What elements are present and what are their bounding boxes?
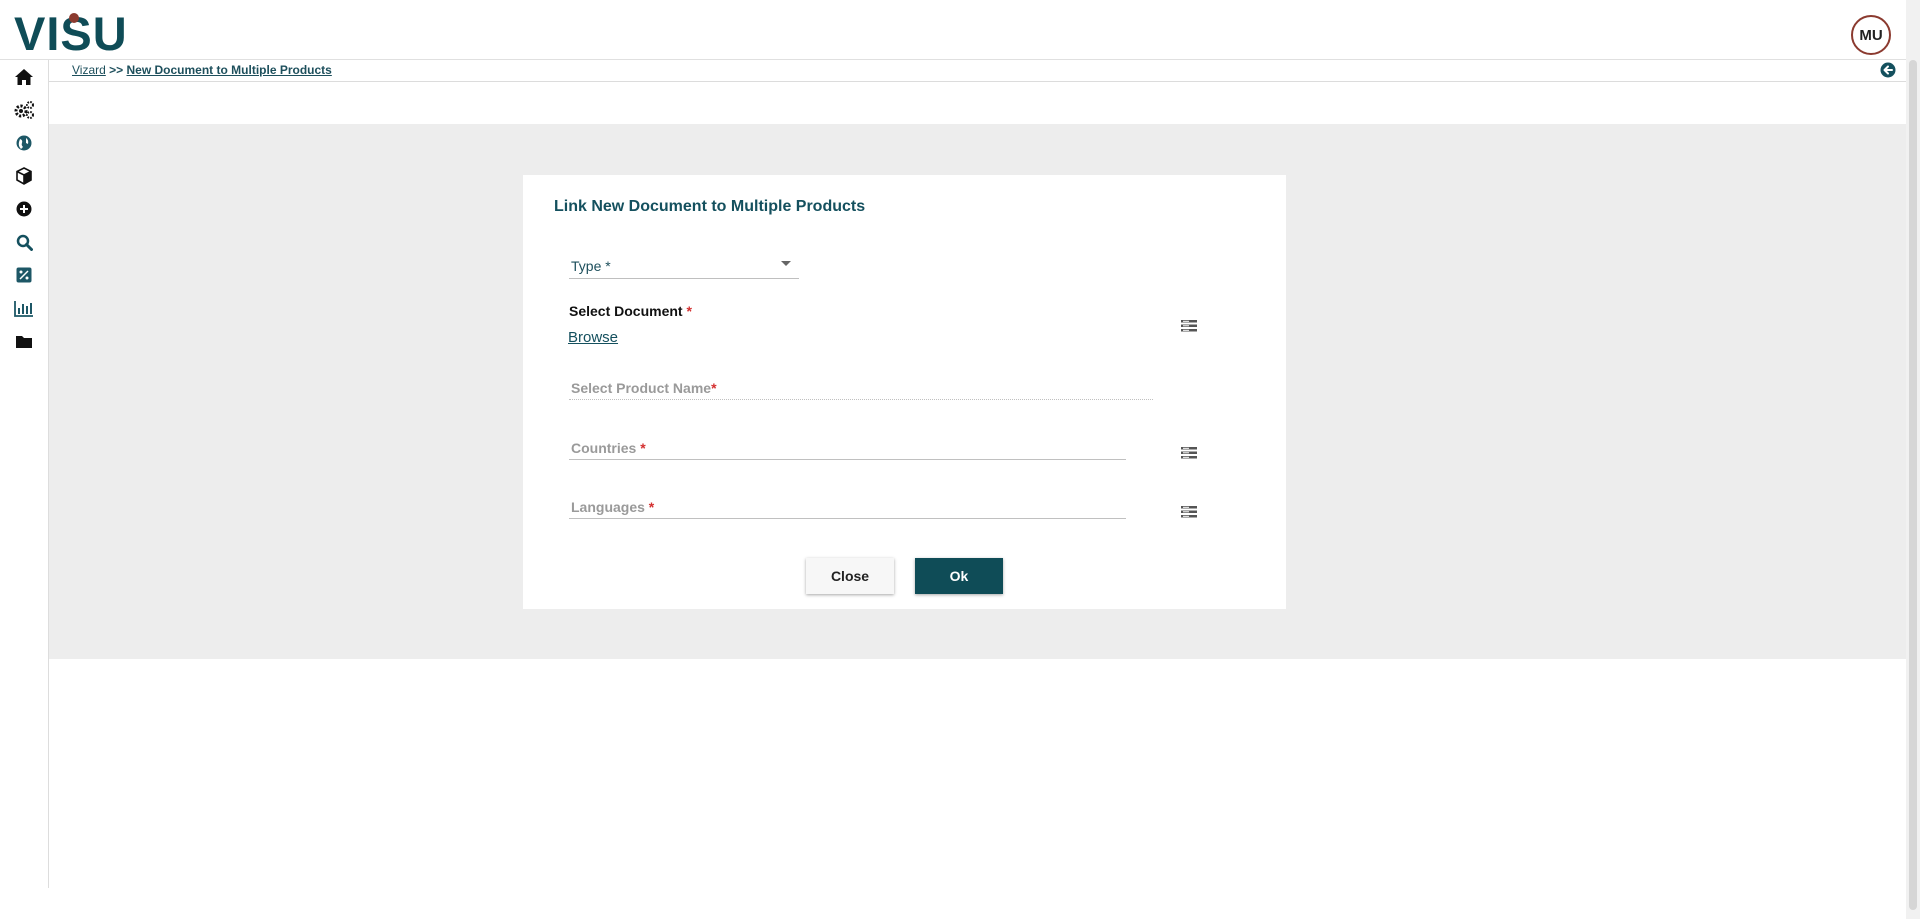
sidebar-products[interactable]	[0, 159, 48, 193]
home-icon	[15, 69, 33, 85]
percent-tag-icon	[16, 267, 32, 283]
sidebar	[0, 60, 49, 888]
chevron-down-icon	[781, 261, 791, 266]
breadcrumb-separator: >>	[109, 63, 124, 77]
required-mark: *	[640, 440, 646, 456]
bar-chart-icon	[14, 300, 33, 317]
page-scrollbar[interactable]	[1906, 0, 1920, 919]
sidebar-documents[interactable]	[0, 324, 48, 358]
breadcrumb: Vizard >> New Document to Multiple Produ…	[72, 63, 332, 77]
ok-button[interactable]: Ok	[915, 558, 1003, 594]
type-select[interactable]: Type *	[569, 253, 799, 279]
required-mark: *	[648, 499, 655, 515]
countries-placeholder: Countries *	[571, 440, 646, 456]
back-arrow-icon[interactable]	[1880, 62, 1896, 78]
link-document-dialog: Link New Document to Multiple Products T…	[523, 175, 1286, 609]
sidebar-promotions[interactable]	[0, 258, 48, 292]
dialog-title: Link New Document to Multiple Products	[554, 198, 866, 215]
top-bar: VISU MU	[0, 0, 1906, 60]
languages-list-icon[interactable]	[1181, 506, 1197, 518]
search-icon	[16, 234, 33, 251]
sidebar-settings[interactable]	[0, 93, 48, 127]
countries-text: Countries	[571, 440, 637, 456]
languages-field[interactable]: Languages *	[569, 494, 1126, 519]
languages-placeholder: Languages *	[571, 499, 654, 515]
sidebar-reports[interactable]	[0, 291, 48, 325]
countries-list-icon[interactable]	[1181, 447, 1197, 459]
visu-logo[interactable]: VISU	[14, 10, 176, 52]
product-name-placeholder: Select Product Name*	[571, 380, 717, 396]
product-list-icon[interactable]	[1181, 320, 1197, 332]
select-document-text: Select Document	[569, 303, 683, 319]
breadcrumb-current-link[interactable]: New Document to Multiple Products	[127, 63, 332, 77]
folder-icon	[16, 335, 32, 348]
sidebar-search[interactable]	[0, 225, 48, 259]
close-button[interactable]: Close	[806, 558, 894, 594]
breadcrumb-bar: Vizard >> New Document to Multiple Produ…	[49, 60, 1906, 82]
scrollbar-thumb[interactable]	[1909, 60, 1917, 910]
box-icon	[16, 167, 32, 185]
languages-text: Languages	[571, 499, 645, 515]
browse-link[interactable]: Browse	[568, 329, 618, 346]
product-name-text: Select Product Name	[571, 380, 712, 396]
user-avatar[interactable]: MU	[1851, 15, 1891, 55]
select-document-label: Select Document *	[569, 303, 692, 319]
product-name-field[interactable]: Select Product Name*	[569, 375, 1153, 400]
breadcrumb-vizard-link[interactable]: Vizard	[72, 63, 106, 77]
gears-icon	[14, 101, 34, 119]
required-mark: *	[711, 380, 717, 396]
globe-icon	[16, 135, 32, 151]
sidebar-globe[interactable]	[0, 126, 48, 160]
sidebar-add[interactable]	[0, 192, 48, 226]
countries-field[interactable]: Countries *	[569, 435, 1126, 460]
type-select-label: Type *	[571, 258, 611, 274]
required-mark: *	[686, 303, 692, 319]
plus-circle-icon	[16, 201, 32, 217]
sidebar-home[interactable]	[0, 60, 48, 94]
